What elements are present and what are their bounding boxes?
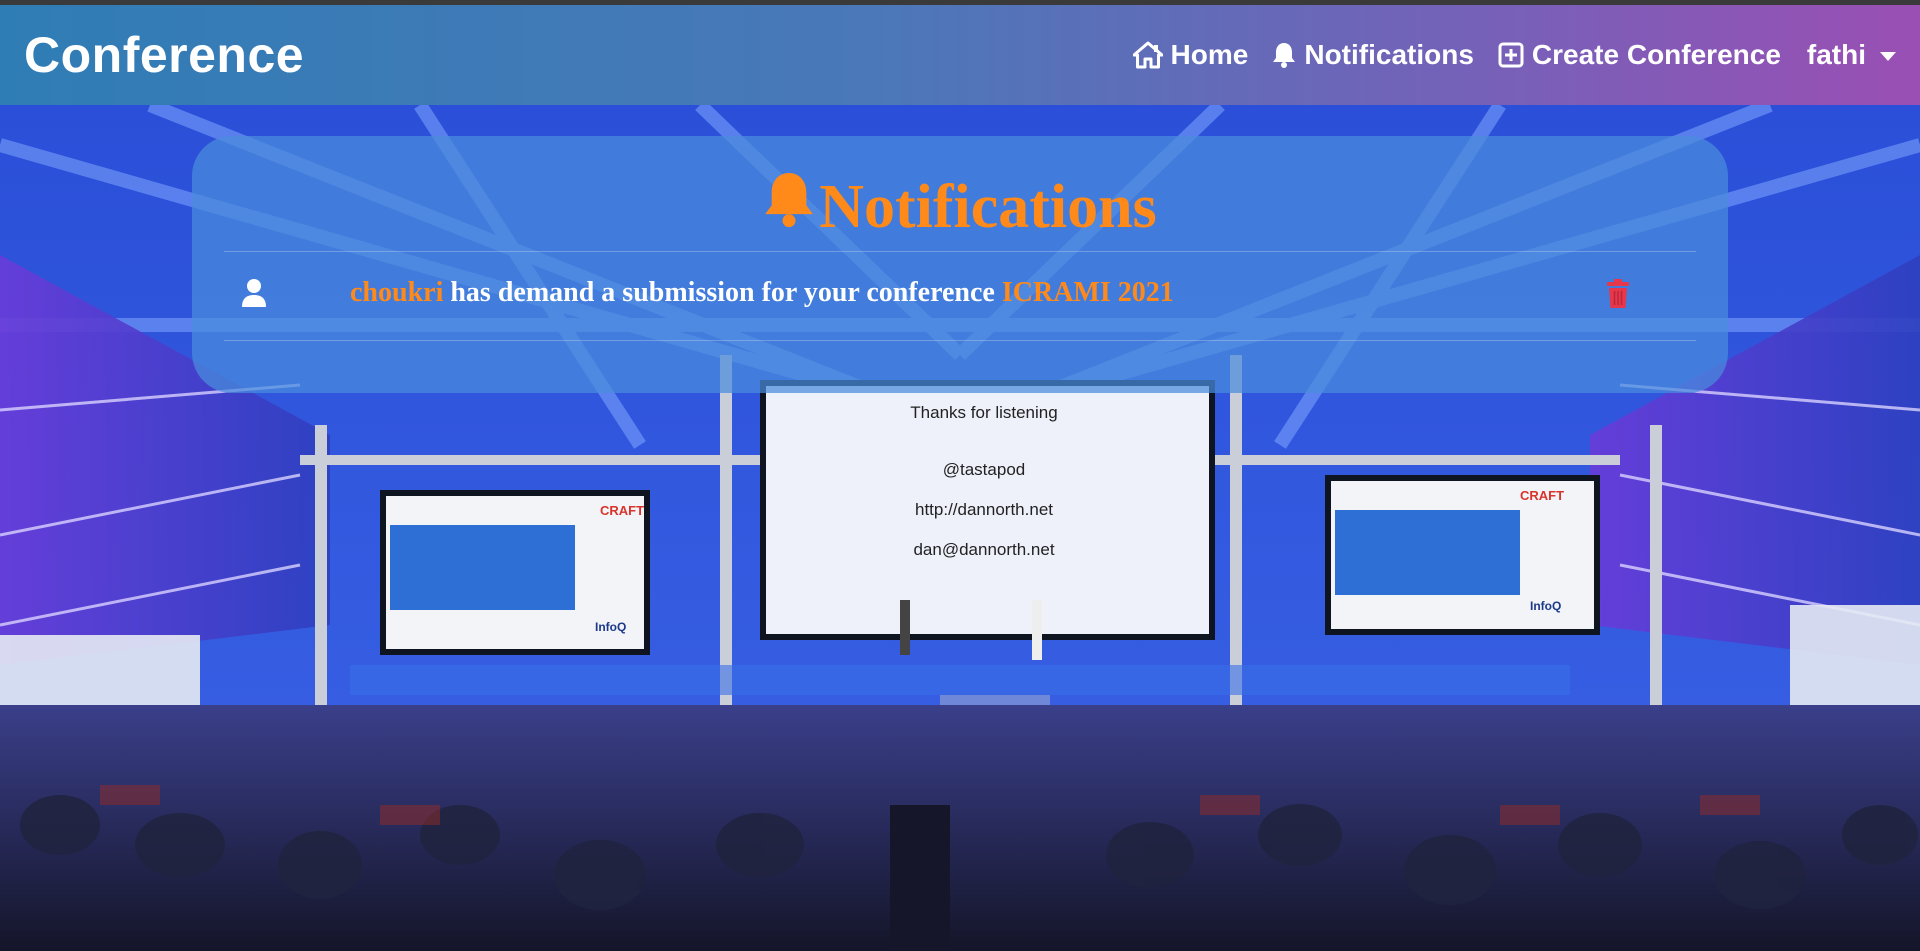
screen-sponsor: InfoQ (1530, 599, 1561, 613)
nav-home-link[interactable]: Home (1132, 39, 1249, 71)
user-icon (224, 278, 284, 308)
notification-text: choukri has demand a submission for your… (350, 277, 1174, 309)
divider (224, 340, 1696, 341)
notification-user[interactable]: choukri (350, 277, 443, 308)
delete-notification-button[interactable] (1606, 279, 1630, 314)
notification-item: choukri has demand a submission for your… (224, 263, 1696, 323)
nav-home-label: Home (1170, 39, 1249, 70)
notifications-heading: Notifications (192, 168, 1728, 246)
nav-links: Home Notifications Create Conference fat… (1132, 39, 1896, 71)
nav-notifications-link[interactable]: Notifications (1272, 39, 1474, 71)
page-title: Notifications (819, 172, 1157, 241)
plus-square-icon (1498, 42, 1524, 68)
user-name: fathi (1806, 39, 1866, 70)
brand-logo[interactable]: Conference (24, 26, 304, 84)
home-icon (1132, 41, 1163, 69)
nav-notifications-label: Notifications (1304, 39, 1474, 70)
notification-conference[interactable]: ICRAMI 2021 (1002, 277, 1174, 308)
trash-icon (1607, 279, 1629, 308)
notification-message: has demand a submission for your confere… (450, 277, 995, 308)
screen-text: Thanks for listening (910, 403, 1057, 422)
divider (224, 251, 1696, 252)
user-dropdown[interactable]: fathi (1807, 39, 1896, 71)
notifications-panel: Notifications choukri has demand a submi… (192, 136, 1728, 393)
screen-text: dan@dannorth.net (913, 540, 1054, 559)
screen-text: http://dannorth.net (915, 500, 1053, 519)
nav-create-conference-link[interactable]: Create Conference (1498, 39, 1781, 71)
bell-icon (1272, 41, 1296, 69)
screen-brand: CRAFT (1520, 488, 1564, 503)
bell-icon (763, 168, 815, 246)
screen-text: @tastapod (943, 460, 1025, 479)
screen-brand: CRAFT (600, 503, 644, 518)
conference-hall-background: Thanks for listening @tastapod http://da… (0, 105, 1920, 951)
navbar: Conference Home Notifications Create Con… (0, 5, 1920, 105)
screen-sponsor: InfoQ (595, 620, 626, 634)
nav-create-conference-label: Create Conference (1531, 39, 1781, 70)
chevron-down-icon (1880, 52, 1896, 61)
